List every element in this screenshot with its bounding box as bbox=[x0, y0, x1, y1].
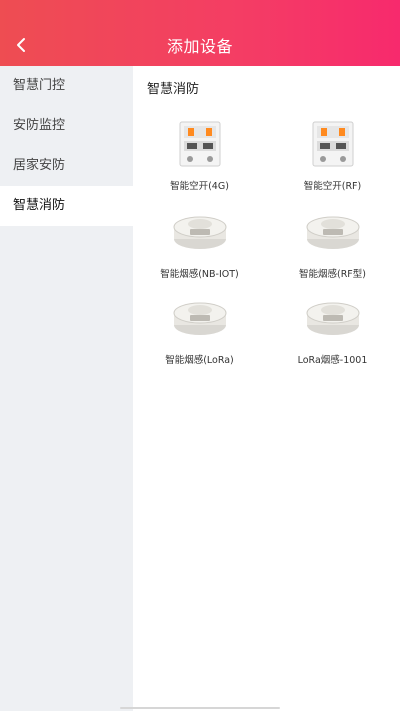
smoke-detector-icon bbox=[298, 284, 368, 350]
device-label: 智能烟感(RF型) bbox=[299, 269, 366, 280]
sidebar-item-smart-door[interactable]: 智慧门控 bbox=[0, 66, 133, 106]
device-item-breaker-rf[interactable]: 智能空开(RF) bbox=[266, 110, 399, 196]
device-item-smoke-rf[interactable]: 智能烟感(RF型) bbox=[266, 198, 399, 284]
sidebar-item-label: 智慧门控 bbox=[13, 78, 66, 93]
sidebar-item-label: 智慧消防 bbox=[13, 198, 66, 213]
device-panel: 智慧消防 智能空开(4G) 智能空开(RF) 智能烟感(NB-IOT) 智能烟感… bbox=[133, 66, 400, 711]
device-label: 智能烟感(LoRa) bbox=[165, 355, 234, 366]
circuit-breaker-icon bbox=[165, 110, 235, 176]
smoke-detector-icon bbox=[298, 198, 368, 264]
device-item-smoke-lora[interactable]: 智能烟感(LoRa) bbox=[133, 284, 266, 370]
device-label: 智能烟感(NB-IOT) bbox=[160, 269, 239, 280]
circuit-breaker-icon bbox=[298, 110, 368, 176]
category-sidebar: 智慧门控 安防监控 居家安防 智慧消防 bbox=[0, 66, 133, 711]
smoke-detector-icon bbox=[165, 198, 235, 264]
sidebar-item-label: 居家安防 bbox=[13, 158, 66, 173]
sidebar-item-label: 安防监控 bbox=[13, 118, 66, 133]
sidebar-item-smart-fire[interactable]: 智慧消防 bbox=[0, 186, 133, 226]
sidebar-item-home-security[interactable]: 居家安防 bbox=[0, 146, 133, 186]
device-label: 智能空开(RF) bbox=[303, 181, 362, 192]
home-indicator[interactable] bbox=[120, 707, 280, 709]
section-title: 智慧消防 bbox=[147, 82, 200, 97]
device-label: 智能空开(4G) bbox=[170, 181, 229, 192]
device-label: LoRa烟感-1001 bbox=[297, 355, 368, 366]
smoke-detector-icon bbox=[165, 284, 235, 350]
sidebar-item-security-monitor[interactable]: 安防监控 bbox=[0, 106, 133, 146]
device-item-smoke-nb-iot[interactable]: 智能烟感(NB-IOT) bbox=[133, 198, 266, 284]
device-item-breaker-4g[interactable]: 智能空开(4G) bbox=[133, 110, 266, 196]
device-item-smoke-lora-1001[interactable]: LoRa烟感-1001 bbox=[266, 284, 399, 370]
app-header: 添加设备 bbox=[0, 0, 400, 66]
page-title: 添加设备 bbox=[166, 37, 233, 56]
